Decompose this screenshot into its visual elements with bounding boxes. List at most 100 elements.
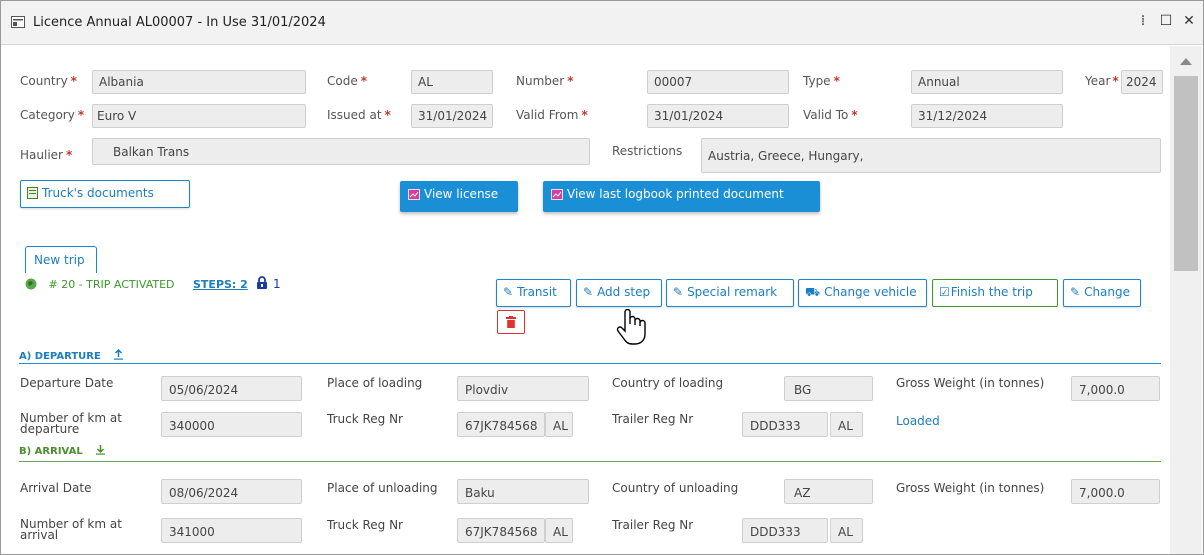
- departure-date-field[interactable]: 05/06/2024: [161, 376, 302, 401]
- download-icon: [95, 445, 105, 455]
- arrival-trailer-country-field[interactable]: AL: [830, 518, 863, 543]
- type-field[interactable]: Annual: [911, 70, 1063, 94]
- country-of-unloading-label: Country of unloading: [612, 481, 739, 495]
- country-field[interactable]: Albania: [92, 70, 306, 94]
- trash-icon: [506, 316, 516, 328]
- restrictions-field[interactable]: Austria, Greece, Hungary,: [701, 138, 1161, 173]
- view-license-button[interactable]: View license: [400, 181, 518, 212]
- arrival-gross-weight-field[interactable]: 7,000.0: [1071, 479, 1160, 504]
- trip-status-bar: # 20 - TRIP ACTIVATED: [25, 278, 175, 291]
- tab-new-trip[interactable]: New trip: [25, 246, 97, 273]
- departure-trailer-field[interactable]: DDD333: [742, 412, 828, 437]
- arrival-trailer-label: Trailer Reg Nr: [612, 518, 694, 532]
- pin-icon[interactable]: ⁞: [1133, 11, 1153, 31]
- arrival-trailer-field[interactable]: DDD333: [742, 518, 828, 543]
- departure-trailer-label: Trailer Reg Nr: [612, 412, 694, 426]
- close-button[interactable]: ✕: [1179, 11, 1199, 31]
- lock-count: 1: [273, 277, 281, 291]
- pencil-icon: ✎: [1070, 285, 1081, 299]
- licence-form: Country * Albania Code * AL Number * 00007 …: [1, 46, 1169, 554]
- country-of-loading-field[interactable]: BG: [784, 376, 873, 401]
- gross-weight-field[interactable]: 7,000.0: [1071, 376, 1160, 401]
- departure-divider: [19, 363, 1161, 364]
- scroll-up-icon[interactable]: [1180, 58, 1192, 65]
- globe-icon: [25, 278, 37, 290]
- window-title: Licence Annual AL00007 - In Use 31/01/20…: [33, 15, 326, 30]
- hand-cursor-icon: [616, 309, 646, 345]
- departure-km-label: Number of km at departure: [20, 411, 122, 436]
- year-label: Year *: [1085, 74, 1119, 88]
- restrictions-label: Restrictions: [612, 144, 683, 158]
- haulier-label: Haulier *: [20, 148, 73, 162]
- code-label: Code *: [327, 74, 368, 88]
- scroll-thumb[interactable]: [1174, 76, 1198, 271]
- pencil-icon: ✎: [673, 285, 684, 299]
- window-icon: [11, 16, 25, 28]
- category-label: Category *: [20, 108, 85, 122]
- departure-section-title: A) DEPARTURE: [19, 348, 124, 362]
- departure-date-label: Departure Date: [20, 376, 114, 390]
- trucks-documents-button[interactable]: Truck's documents: [20, 180, 190, 208]
- pencil-icon: ✎: [503, 285, 514, 299]
- arrival-truck-country-field[interactable]: AL: [545, 518, 573, 543]
- transit-button[interactable]: ✎ Transit: [496, 279, 571, 307]
- lock-icon[interactable]: [256, 276, 268, 290]
- steps-link[interactable]: STEPS: 2: [193, 278, 248, 291]
- issued-field[interactable]: 31/01/2024: [411, 104, 493, 128]
- departure-truck-field[interactable]: 67JK784568: [457, 412, 545, 437]
- issued-label: Issued at *: [327, 108, 391, 122]
- change-button[interactable]: ✎ Change: [1063, 279, 1141, 307]
- place-of-loading-label: Place of loading: [327, 376, 423, 390]
- year-field[interactable]: 2024: [1121, 70, 1163, 94]
- view-logbook-button[interactable]: View last logbook printed document: [543, 181, 820, 212]
- finish-trip-button[interactable]: ☑Finish the trip: [932, 279, 1058, 307]
- valid-to-label: Valid To *: [803, 108, 858, 122]
- arrival-date-label: Arrival Date: [20, 481, 92, 495]
- place-of-loading-field[interactable]: Plovdiv: [457, 376, 589, 401]
- category-field[interactable]: Euro V: [92, 104, 306, 128]
- arrival-km-field[interactable]: 341000: [161, 518, 302, 543]
- country-of-unloading-field[interactable]: AZ: [784, 479, 873, 504]
- number-field[interactable]: 00007: [647, 70, 789, 94]
- departure-trailer-country-field[interactable]: AL: [830, 412, 863, 437]
- arrival-section-title: B) ARRIVAL: [19, 444, 106, 457]
- image-icon: [408, 189, 420, 200]
- add-step-button[interactable]: ✎ Add step: [576, 279, 662, 307]
- departure-km-field[interactable]: 340000: [161, 412, 302, 437]
- special-remark-button[interactable]: ✎ Special remark: [666, 279, 794, 307]
- licence-window: Licence Annual AL00007 - In Use 31/01/20…: [0, 0, 1204, 555]
- arrival-divider: [19, 461, 1161, 462]
- place-of-unloading-field[interactable]: Baku: [457, 479, 589, 504]
- delete-button[interactable]: [497, 310, 525, 334]
- arrival-truck-field[interactable]: 67JK784568: [457, 518, 545, 543]
- truck-icon: ⛟: [805, 285, 821, 299]
- document-icon: [27, 187, 38, 199]
- departure-truck-country-field[interactable]: AL: [545, 412, 573, 437]
- haulier-field[interactable]: Balkan Trans: [92, 138, 590, 165]
- number-label: Number *: [516, 74, 574, 88]
- trip-status: # 20 - TRIP ACTIVATED: [48, 278, 175, 291]
- image-icon: [551, 189, 563, 200]
- load-status: Loaded: [896, 414, 940, 428]
- place-of-unloading-label: Place of unloading: [327, 481, 438, 495]
- pencil-icon: ✎: [583, 285, 594, 299]
- arrival-km-label: Number of km at arrival: [20, 517, 122, 542]
- gross-weight-label: Gross Weight (in tonnes): [896, 376, 1045, 390]
- code-field[interactable]: AL: [411, 70, 493, 94]
- arrival-date-field[interactable]: 08/06/2024: [161, 479, 302, 504]
- valid-to-field[interactable]: 31/12/2024: [911, 104, 1063, 128]
- vertical-scrollbar[interactable]: [1170, 46, 1202, 554]
- upload-icon: [113, 348, 123, 360]
- departure-truck-label: Truck Reg Nr: [327, 412, 403, 426]
- checkbox-icon: ☑: [939, 285, 950, 299]
- valid-from-field[interactable]: 31/01/2024: [647, 104, 789, 128]
- country-label: Country *: [20, 74, 77, 88]
- arrival-gross-weight-label: Gross Weight (in tonnes): [896, 481, 1045, 495]
- arrival-truck-label: Truck Reg Nr: [327, 518, 403, 532]
- maximize-button[interactable]: ☐: [1156, 11, 1176, 31]
- type-label: Type *: [803, 74, 840, 88]
- title-bar: Licence Annual AL00007 - In Use 31/01/20…: [1, 1, 1203, 45]
- change-vehicle-button[interactable]: ⛟ Change vehicle: [798, 279, 927, 307]
- valid-from-label: Valid From *: [516, 108, 588, 122]
- country-of-loading-label: Country of loading: [612, 376, 724, 390]
